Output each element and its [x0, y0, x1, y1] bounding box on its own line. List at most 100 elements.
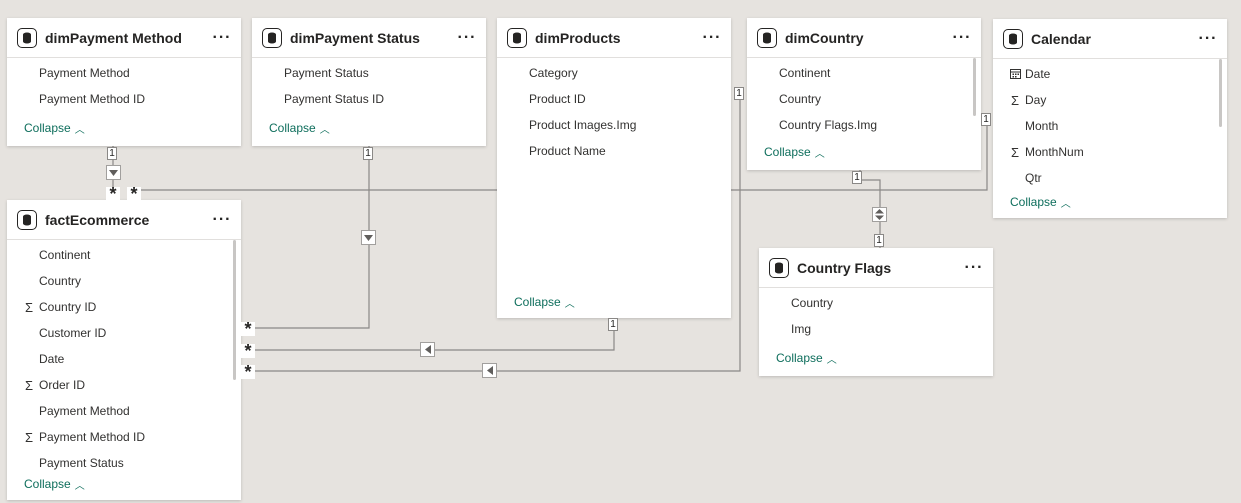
collapse-button[interactable]: Collapse ︿ [514, 292, 575, 312]
table-header[interactable]: dimPayment Status ··· [252, 18, 486, 58]
field-item[interactable]: ΣProduct ID [497, 86, 731, 112]
table-header[interactable]: Country Flags ··· [759, 248, 993, 288]
field-item[interactable]: Σ MonthNum [993, 139, 1227, 165]
field-item[interactable]: ΣCountry [747, 86, 981, 112]
field-item[interactable]: ΣQtr [993, 165, 1227, 191]
scrollbar[interactable] [233, 240, 236, 380]
field-item[interactable]: ΣPayment Method [7, 60, 241, 86]
field-item[interactable]: ΣPayment Method ID [7, 86, 241, 112]
collapse-label: Collapse [269, 121, 316, 135]
field-label: Payment Method [39, 66, 130, 80]
field-item[interactable]: ΣProduct Images.Img [497, 112, 731, 138]
chevron-up-icon: ︿ [74, 124, 85, 136]
field-label: Month [1025, 119, 1059, 133]
field-item[interactable]: ΣPayment Status [7, 450, 241, 476]
field-list: ΣContinent ΣCountry ΣCountry Flags.Img [747, 58, 981, 138]
field-item[interactable]: ΣProduct Name [497, 138, 731, 164]
field-label: Payment Method ID [39, 92, 146, 106]
filter-direction-both-icon[interactable] [872, 207, 887, 222]
field-item[interactable]: ΣPayment Method ID [7, 424, 241, 450]
sigma-icon: Σ [1010, 92, 1020, 108]
scrollbar[interactable] [1219, 59, 1222, 127]
cardinality-many-marker: * [127, 185, 141, 203]
database-icon [262, 27, 282, 48]
field-label: Continent [779, 66, 831, 80]
field-item[interactable]: Σ Country ID [7, 294, 241, 320]
field-list: ΣCategory ΣProduct ID ΣProduct Images.Im… [497, 58, 731, 164]
field-label: Img [791, 322, 812, 336]
collapse-button[interactable]: Collapse ︿ [269, 118, 330, 138]
sigma-icon: Σ [24, 429, 34, 445]
field-item[interactable]: Date [993, 61, 1227, 87]
field-item[interactable]: ΣCountry [7, 268, 241, 294]
collapse-label: Collapse [514, 295, 561, 309]
table-header[interactable]: Calendar ··· [993, 19, 1227, 59]
collapse-button[interactable]: Collapse ︿ [24, 118, 85, 138]
field-label: Product ID [529, 92, 586, 106]
table-card-calendar[interactable]: Calendar ··· Date Σ Day ΣMonth Σ MonthNum … [993, 19, 1227, 218]
database-icon [17, 27, 37, 48]
more-options-button[interactable]: ··· [1193, 30, 1223, 46]
more-options-button[interactable]: ··· [697, 29, 727, 45]
table-header[interactable]: dimProducts ··· [497, 18, 731, 58]
table-card-payment-method[interactable]: dimPayment Method ··· ΣPayment Method ΣP… [7, 18, 241, 146]
filter-direction-down-icon[interactable] [106, 165, 121, 180]
filter-direction-left-icon[interactable] [420, 342, 435, 357]
chevron-up-icon: ︿ [74, 480, 85, 492]
cardinality-many-marker: * [106, 185, 120, 203]
table-title: factEcommerce [45, 211, 150, 228]
database-icon [507, 27, 527, 48]
field-item[interactable]: ΣDate [7, 346, 241, 372]
field-item[interactable]: ΣCountry Flags.Img [747, 112, 981, 138]
more-options-button[interactable]: ··· [959, 259, 989, 275]
table-card-payment-status[interactable]: dimPayment Status ··· ΣPayment Status ΣP… [252, 18, 486, 146]
filter-direction-left-icon[interactable] [482, 363, 497, 378]
more-options-button[interactable]: ··· [207, 29, 237, 45]
calendar-icon [1006, 67, 1024, 82]
table-card-fact-ecommerce[interactable]: factEcommerce ··· ΣContinent ΣCountry ΣC… [7, 200, 241, 500]
collapse-button[interactable]: Collapse ︿ [776, 348, 837, 368]
field-label: Continent [39, 248, 91, 262]
cardinality-one-badge: 1 [608, 318, 618, 331]
field-item[interactable]: ΣCategory [497, 60, 731, 86]
field-label: Country [39, 274, 82, 288]
field-label: Payment Method [39, 404, 130, 418]
chevron-up-icon: ︿ [1060, 198, 1071, 210]
table-header[interactable]: factEcommerce ··· [7, 200, 241, 240]
field-list: Date Σ Day ΣMonth Σ MonthNum ΣQtr [993, 59, 1227, 191]
field-item[interactable]: ΣContinent [7, 242, 241, 268]
table-card-products[interactable]: dimProducts ··· ΣCategory ΣProduct ID ΣP… [497, 18, 731, 318]
model-canvas[interactable]: dimPayment Method ··· ΣPayment Method ΣP… [0, 0, 1241, 503]
cardinality-one-badge: 1 [852, 171, 862, 184]
table-card-country-flags[interactable]: Country Flags ··· ΣCountry ΣImg Collapse… [759, 248, 993, 376]
more-options-button[interactable]: ··· [207, 211, 237, 227]
field-item[interactable]: Σ Day [993, 87, 1227, 113]
field-label: Day [1025, 93, 1047, 107]
scrollbar[interactable] [973, 58, 976, 116]
collapse-button[interactable]: Collapse ︿ [1010, 192, 1071, 212]
field-item[interactable]: ΣPayment Method [7, 398, 241, 424]
table-title: dimCountry [785, 29, 864, 46]
table-header[interactable]: dimCountry ··· [747, 18, 981, 58]
cardinality-one-badge: 1 [734, 87, 744, 100]
field-list: ΣCountry ΣImg [759, 288, 993, 342]
field-item[interactable]: ΣImg [759, 316, 993, 342]
field-label: Date [1025, 67, 1051, 81]
cardinality-many-marker: * [241, 342, 255, 360]
more-options-button[interactable]: ··· [452, 29, 482, 45]
collapse-button[interactable]: Collapse ︿ [24, 474, 85, 494]
more-options-button[interactable]: ··· [947, 29, 977, 45]
table-card-country[interactable]: dimCountry ··· ΣContinent ΣCountry ΣCoun… [747, 18, 981, 170]
field-item[interactable]: ΣMonth [993, 113, 1227, 139]
field-item[interactable]: ΣPayment Status [252, 60, 486, 86]
field-item[interactable]: ΣPayment Status ID [252, 86, 486, 112]
field-label: Country [779, 92, 822, 106]
field-item[interactable]: ΣContinent [747, 60, 981, 86]
table-header[interactable]: dimPayment Method ··· [7, 18, 241, 58]
field-item[interactable]: ΣCountry [759, 290, 993, 316]
filter-direction-down-icon[interactable] [361, 230, 376, 245]
field-label: Date [39, 352, 65, 366]
collapse-button[interactable]: Collapse ︿ [764, 142, 825, 162]
field-item[interactable]: Σ Order ID [7, 372, 241, 398]
field-item[interactable]: ΣCustomer ID [7, 320, 241, 346]
